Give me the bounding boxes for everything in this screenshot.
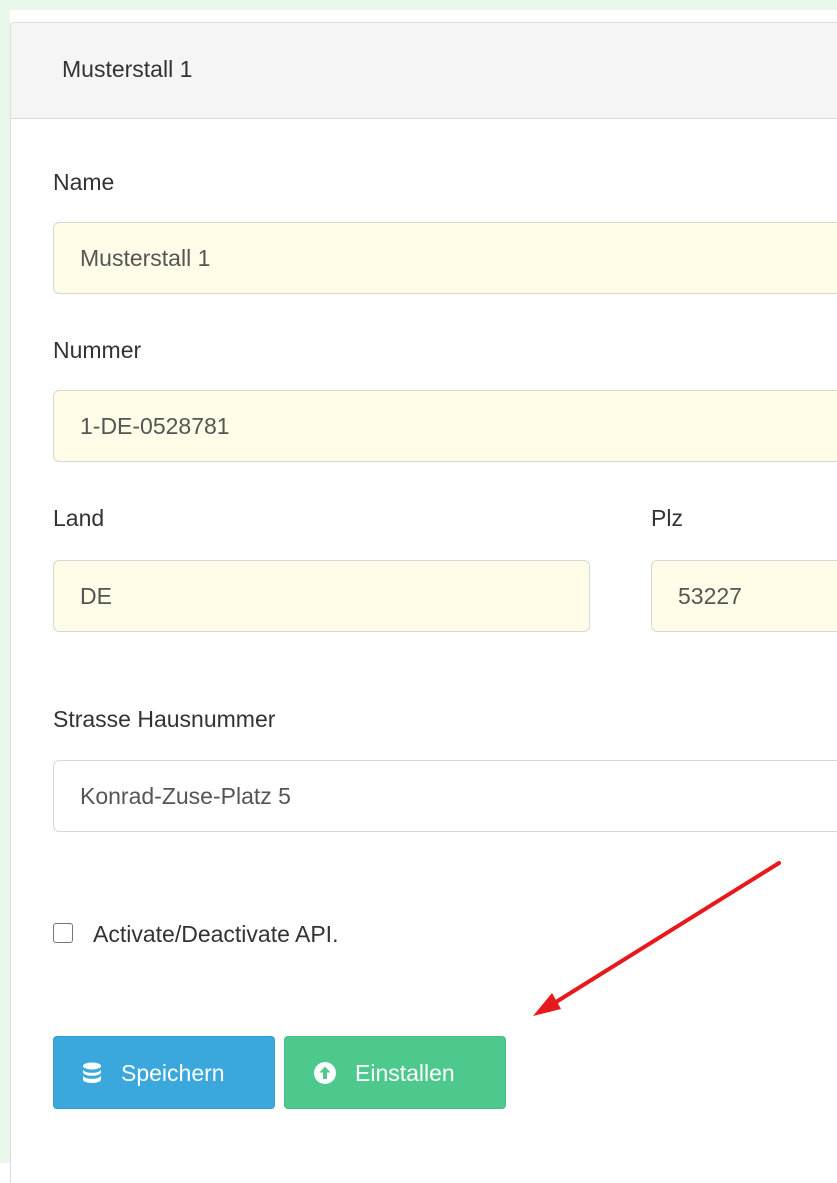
name-label: Name — [53, 169, 115, 195]
page-left-background — [0, 0, 10, 1163]
nummer-label: Nummer — [53, 337, 142, 363]
save-button[interactable]: Speichern — [53, 1036, 275, 1109]
page-top-background — [0, 0, 837, 10]
install-button-label: Einstallen — [355, 1060, 455, 1086]
land-input[interactable]: DE — [53, 560, 590, 632]
api-checkbox[interactable] — [53, 923, 73, 943]
panel-title: Musterstall 1 — [62, 56, 193, 82]
name-input[interactable]: Musterstall 1 — [53, 222, 837, 294]
api-checkbox-label[interactable]: Activate/Deactivate API. — [93, 920, 338, 948]
save-button-label: Speichern — [121, 1060, 225, 1086]
strasse-label: Strasse Hausnummer — [53, 706, 276, 732]
install-button[interactable]: Einstallen — [284, 1036, 506, 1109]
plz-label: Plz — [651, 505, 683, 531]
plz-input[interactable]: 53227 — [651, 560, 837, 632]
panel-heading: Musterstall 1 — [11, 23, 837, 119]
nummer-input[interactable]: 1-DE-0528781 — [53, 390, 837, 462]
database-icon — [83, 1062, 101, 1083]
strasse-input[interactable]: Konrad-Zuse-Platz 5 — [53, 760, 837, 832]
arrow-circle-up-icon — [314, 1062, 336, 1084]
land-label: Land — [53, 505, 105, 531]
